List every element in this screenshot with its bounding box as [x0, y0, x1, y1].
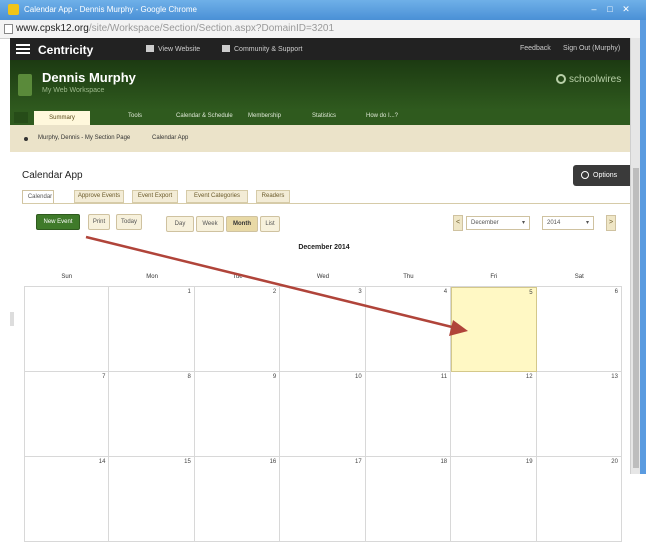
annotation-arrow-line	[85, 235, 453, 329]
annotation-arrow	[85, 235, 468, 336]
annotation-arrow-head	[449, 320, 468, 336]
